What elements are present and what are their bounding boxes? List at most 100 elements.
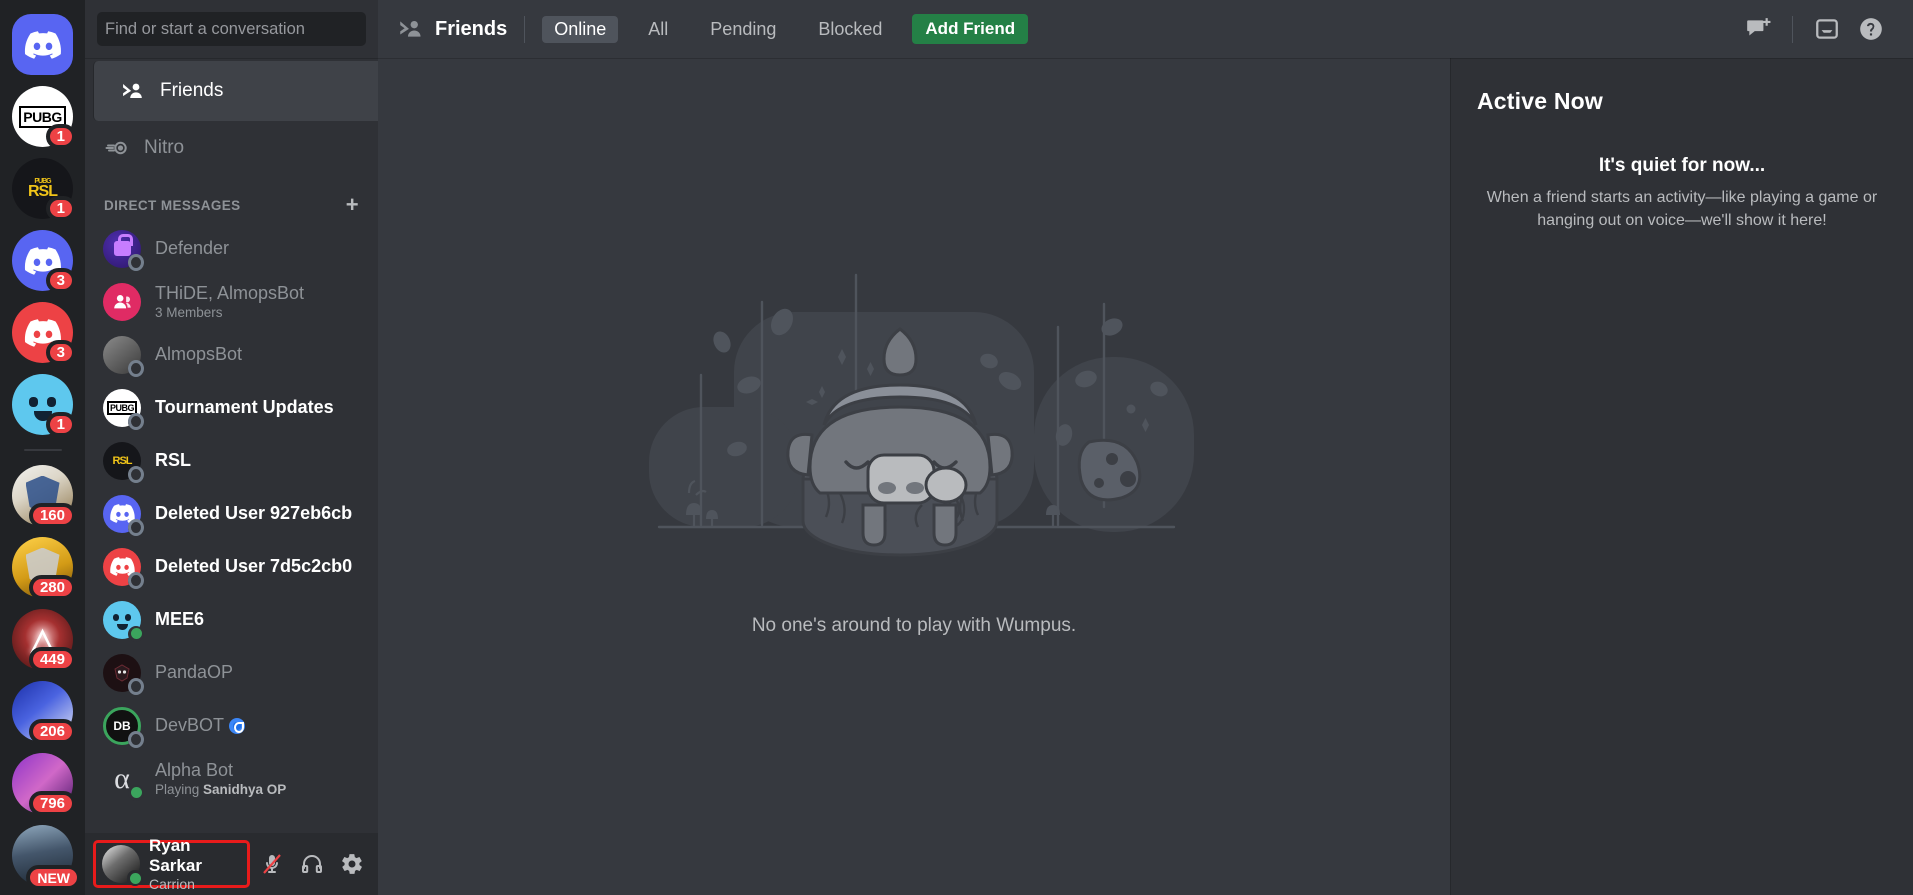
list-item-name: DevBOT [155,715,360,736]
discord-home-icon[interactable] [12,14,73,75]
status-badge [128,784,144,801]
list-item-text: AlmopsBot [155,344,360,365]
list-item-text: PandaOP [155,662,360,683]
tab-pending[interactable]: Pending [698,16,788,43]
status-badge [128,413,144,430]
sidebar-item-label: Nitro [144,137,185,158]
add-friend-button[interactable]: Add Friend [912,14,1029,44]
list-item-text: THiDE, AlmopsBot 3 Members [155,283,360,320]
list-item-subtitle: Playing Sanidhya OP [155,782,287,797]
list-item-name: Alpha Bot [155,760,234,780]
friends-empty-state: No one's around to play with Wumpus. [378,58,1450,895]
page-title: Friends [398,16,507,42]
sidebar-item-nitro[interactable]: Nitro [93,124,370,172]
list-item-name: Defender [155,238,230,258]
server-item-ast[interactable]: △ 449 [12,609,76,672]
tab-blocked[interactable]: Blocked [806,16,894,43]
user-account-text: Ryan Sarkar Carrion [149,836,219,891]
status-badge [128,466,144,483]
list-item[interactable]: PUBG Tournament Updates [93,381,370,434]
active-now-empty-title: It's quiet for now... [1598,155,1766,176]
list-item-name: Deleted User 7d5c2cb0 [155,556,353,576]
pubg-logo-icon: PUBG [106,400,137,415]
avatar[interactable] [102,845,143,886]
status-badge [128,625,144,642]
help-icon[interactable] [1849,7,1893,51]
create-dm-icon[interactable]: + [346,194,359,216]
server-badge: 1 [45,124,76,149]
avatar: RSL [103,441,144,483]
microphone-muted-icon[interactable] [254,846,290,882]
main-content: Friends Online All Pending Blocked Add F… [378,0,1913,895]
dm-list-scroll[interactable]: Friends Nitro DIRECT MESSAGES + Defender… [85,58,378,833]
server-item-blurple[interactable]: 3 [12,230,76,293]
server-badge: 3 [45,340,76,365]
new-group-dm-icon[interactable] [1736,7,1780,51]
server-badge: 449 [28,647,76,672]
list-item[interactable]: Deleted User 7d5c2cb0 [93,540,370,593]
list-item-text: Tournament Updates [155,397,360,418]
server-badge: 280 [28,575,76,600]
server-item-mee6[interactable]: 1 [12,374,76,437]
tab-all[interactable]: All [636,16,680,43]
user-account-highlight[interactable]: Ryan Sarkar Carrion [93,836,250,892]
gear-icon[interactable] [334,846,370,882]
empty-state-caption: No one's around to play with Wumpus. [751,614,1077,636]
list-item-text: Deleted User 927eb6cb [155,503,360,524]
lock-icon [113,234,133,256]
search-input[interactable]: Find or start a conversation [97,12,366,46]
list-item-text: DevBOT [155,715,360,736]
avatar-image [103,282,141,321]
list-item-text: Alpha Bot Playing Sanidhya OP [155,760,360,797]
server-badge-new: NEW [26,865,81,890]
status-badge [128,360,144,377]
server-rail[interactable]: PUBG 1 PUBG RSL 1 3 3 1 160 280 △ 449 20… [0,0,85,895]
list-item-text: Defender [155,238,360,259]
server-item-rsl[interactable]: PUBG RSL 1 [12,158,76,221]
list-item[interactable]: AlmopsBot [93,328,370,381]
list-item[interactable]: THiDE, AlmopsBot 3 Members [93,275,370,328]
friends-icon [400,20,421,37]
active-now-empty-body: When a friend starts an activity—like pl… [1486,189,1878,230]
server-item-home[interactable] [12,14,73,75]
avatar: PUBG [103,388,144,430]
list-item[interactable]: DB DevBOT [93,699,370,752]
custom-status: Carrion [149,875,195,892]
avatar [103,600,144,642]
server-item-kaa[interactable]: 206 [12,681,76,744]
list-item[interactable]: Deleted User 927eb6cb [93,487,370,540]
list-item[interactable]: RSL RSL [93,434,370,487]
nitro-icon [104,135,130,161]
server-item-wow[interactable]: 160 [12,465,76,528]
server-item-gold[interactable]: 280 [12,537,76,600]
status-badge [128,254,144,271]
divider [1792,15,1793,43]
list-item[interactable]: MEE6 [93,593,370,646]
server-item-girl[interactable]: 796 [12,753,76,816]
list-item[interactable]: α Alpha Bot Playing Sanidhya OP [93,752,370,805]
server-item-red[interactable]: 3 [12,302,76,365]
server-item-pubg[interactable]: PUBG 1 [12,86,76,149]
list-item-subtitle: 3 Members [155,305,223,320]
list-item[interactable]: Defender [93,222,370,275]
server-item-bg[interactable]: NEW [12,825,81,890]
server-badge: 3 [45,268,76,293]
top-bar: Friends Online All Pending Blocked Add F… [378,0,1913,58]
status-badge [128,678,144,695]
headset-icon[interactable] [294,846,330,882]
list-item-name: PandaOP [155,662,234,682]
list-item-text: RSL [155,450,360,471]
divider [524,15,526,43]
list-item[interactable]: PandaOP [93,646,370,699]
tab-online[interactable]: Online [542,15,619,43]
direct-messages-label: DIRECT MESSAGES [104,197,241,213]
list-item-activity: Sanidhya OP [203,782,287,797]
sidebar-item-friends[interactable]: Friends [93,61,378,121]
status-badge [128,572,144,589]
status-badge [128,731,144,748]
inbox-icon[interactable] [1805,7,1849,51]
discord-app: PUBG 1 PUBG RSL 1 3 3 1 160 280 △ 449 20… [0,0,1913,895]
list-item-text: MEE6 [155,609,360,630]
list-item-name: Deleted User 927eb6cb [155,503,353,523]
avatar [103,335,144,377]
